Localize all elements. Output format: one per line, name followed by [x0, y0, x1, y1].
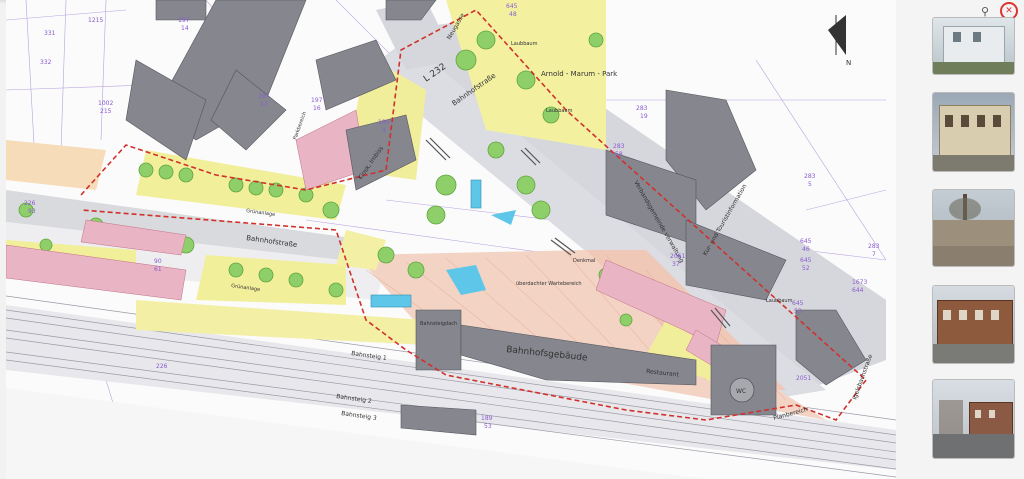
svg-text:215: 215 — [100, 108, 112, 115]
svg-text:46: 46 — [802, 246, 810, 253]
svg-text:4: 4 — [382, 127, 386, 134]
svg-text:331: 331 — [44, 30, 56, 37]
svg-text:48: 48 — [509, 11, 517, 18]
svg-text:58: 58 — [615, 151, 623, 158]
svg-text:332: 332 — [40, 59, 52, 66]
svg-text:645: 645 — [800, 238, 812, 245]
photo-thumbnail-2[interactable] — [933, 93, 1014, 171]
svg-text:14: 14 — [181, 25, 189, 32]
site-plan-svg: N L 232 Bahnhofstraße Bahnhofstraße Neug… — [6, 0, 896, 479]
photo-thumbnail-1[interactable] — [933, 18, 1014, 74]
svg-text:7: 7 — [872, 251, 876, 258]
svg-text:644: 644 — [852, 287, 864, 294]
label-laubbaum-1: Laubbaum — [511, 41, 538, 47]
photo-thumbnail-5[interactable] — [933, 380, 1014, 458]
svg-text:37: 37 — [672, 261, 680, 268]
svg-text:645: 645 — [506, 3, 518, 10]
svg-text:283: 283 — [636, 105, 648, 112]
label-denkmal: Denkmal — [573, 258, 595, 264]
svg-text:90: 90 — [154, 258, 162, 265]
svg-text:283: 283 — [868, 243, 880, 250]
svg-text:52: 52 — [802, 265, 810, 272]
label-bahnsteigdach: Bahnsteigdach — [420, 321, 457, 327]
plan-viewer-screen: N L 232 Bahnhofstraße Bahnhofstraße Neug… — [0, 0, 1024, 479]
label-laubbaum-2: Laubbaum — [546, 108, 573, 114]
north-label: N — [846, 59, 851, 67]
svg-text:5: 5 — [808, 181, 812, 188]
svg-text:1002: 1002 — [98, 100, 113, 107]
label-arnold-marum-park: Arnold - Marum - Park — [541, 70, 618, 78]
svg-text:283: 283 — [804, 173, 816, 180]
svg-text:226: 226 — [156, 363, 168, 370]
svg-text:645: 645 — [800, 257, 812, 264]
site-plan-map[interactable]: N L 232 Bahnhofstraße Bahnhofstraße Neug… — [6, 0, 896, 479]
svg-text:1215: 1215 — [88, 17, 103, 24]
photo-thumbnail-3[interactable] — [933, 190, 1014, 266]
photo-sidebar: ⚲ ✕ — [896, 0, 1024, 479]
svg-text:189: 189 — [481, 415, 493, 422]
svg-text:53: 53 — [484, 423, 492, 430]
svg-text:93: 93 — [28, 208, 36, 215]
svg-text:197: 197 — [258, 93, 270, 100]
svg-text:226: 226 — [24, 200, 36, 207]
svg-text:16: 16 — [313, 105, 321, 112]
svg-text:19: 19 — [640, 113, 648, 120]
svg-text:61: 61 — [154, 266, 162, 273]
label-laubbaum-3: Laubbaum — [766, 298, 793, 304]
svg-text:645: 645 — [792, 300, 804, 307]
svg-text:2051: 2051 — [796, 375, 811, 382]
svg-text:53: 53 — [794, 308, 802, 315]
svg-text:197: 197 — [311, 97, 323, 104]
label-wc: WC — [736, 388, 746, 395]
label-ueberdachter-wartebereich: überdachter Wartebereich — [516, 281, 582, 287]
svg-text:197: 197 — [178, 17, 190, 24]
svg-text:2061: 2061 — [670, 253, 685, 260]
svg-text:17: 17 — [260, 101, 268, 108]
svg-text:283: 283 — [613, 143, 625, 150]
svg-text:193: 193 — [378, 119, 390, 126]
photo-thumbnail-4[interactable] — [933, 286, 1014, 363]
svg-text:1673: 1673 — [852, 279, 867, 286]
